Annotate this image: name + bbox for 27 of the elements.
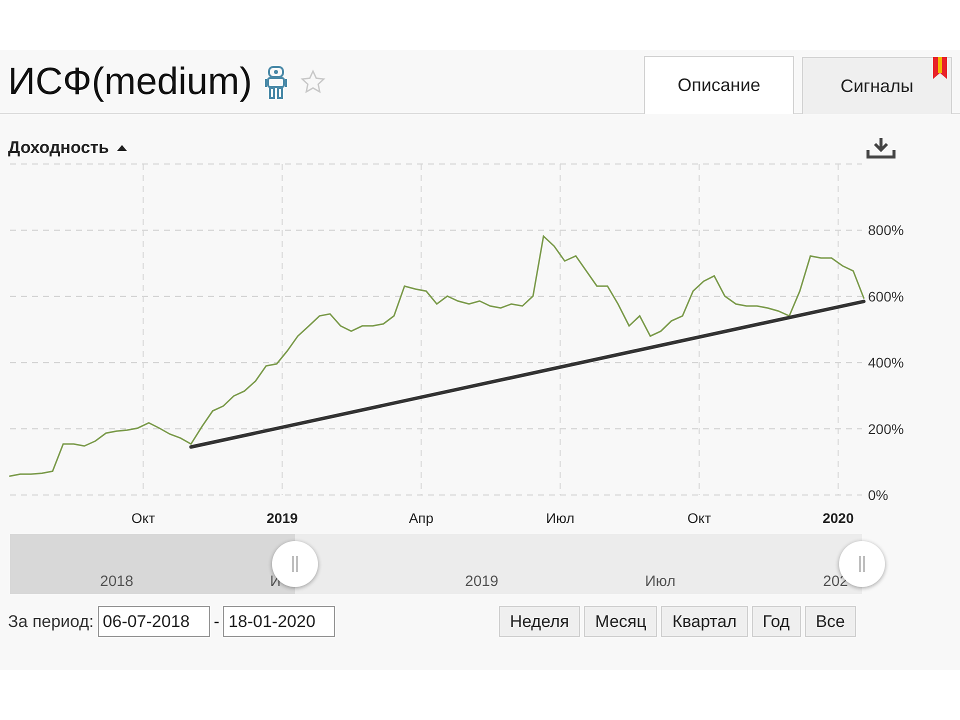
x-axis-label: 2020 bbox=[822, 509, 854, 528]
navigator-label: Июл bbox=[645, 572, 676, 592]
range-button[interactable]: Все bbox=[804, 606, 856, 637]
range-button[interactable]: Квартал bbox=[661, 606, 748, 637]
tab[interactable]: Описание bbox=[644, 56, 794, 114]
x-axis-label: 2019 bbox=[266, 509, 298, 528]
navigator-label: 2019 bbox=[465, 572, 498, 592]
chart-title: Доходность bbox=[8, 137, 109, 160]
x-axis-label: Июл bbox=[546, 509, 574, 528]
page-title: ИСФ(medium) bbox=[8, 63, 252, 101]
tab[interactable]: Сигналы bbox=[802, 57, 952, 114]
x-axis-label: Апр bbox=[408, 509, 434, 528]
y-axis-label: 400% bbox=[868, 354, 904, 371]
range-button[interactable]: Неделя bbox=[498, 606, 580, 637]
y-axis-label: 0% bbox=[868, 487, 888, 503]
date-separator: - bbox=[214, 610, 220, 633]
x-axis-label: Окт bbox=[687, 509, 711, 528]
date-to-field[interactable]: 18-01-2020 bbox=[223, 606, 336, 637]
y-axis-label: 200% bbox=[868, 420, 904, 437]
y-axis-label: 800% bbox=[868, 222, 904, 238]
y-axis-label: 600% bbox=[868, 288, 904, 304]
range-button[interactable]: Месяц bbox=[584, 606, 658, 637]
date-from-field[interactable]: 06-07-2018 bbox=[98, 606, 210, 637]
range-button[interactable]: Год bbox=[752, 606, 801, 637]
period-label: За период: bbox=[8, 610, 94, 633]
x-axis-label: Окт bbox=[131, 509, 155, 528]
navigator-label: 2018 bbox=[100, 572, 134, 592]
